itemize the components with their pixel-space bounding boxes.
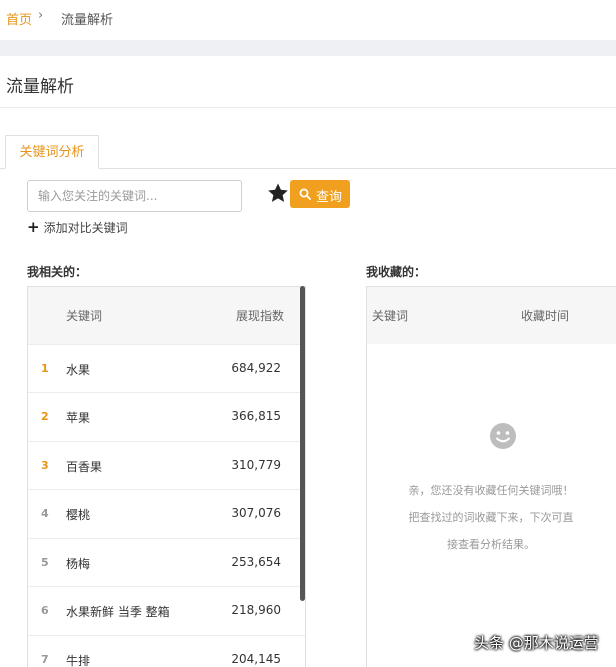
query-button[interactable]: 查询 [290,180,350,208]
table-row[interactable]: 4 樱桃 307,076 [28,489,305,537]
chevron-right-icon: › [38,8,44,23]
title-divider [0,107,616,108]
add-compare-label: 添加对比关键词 [43,221,128,235]
rank-number: 5 [41,556,49,569]
rank-number: 3 [41,459,49,472]
table-row[interactable]: 3 百香果 310,779 [28,441,305,489]
favorites-table: 关键词 收藏时间 [366,286,616,667]
query-button-label: 查询 [316,190,343,205]
column-header-saved-time: 收藏时间 [521,309,570,323]
rank-number: 1 [41,362,49,375]
keyword-cell: 水果 [66,363,91,377]
watermark: 头条 @那木说运营 [474,634,599,652]
column-header-index: 展现指数 [235,309,284,323]
table-row[interactable]: 5 杨梅 253,654 [28,538,305,586]
column-header-keyword: 关键词 [66,309,103,323]
table-header: 关键词 展现指数 [28,287,305,344]
index-value: 307,076 [231,506,281,520]
index-value: 684,922 [231,361,281,375]
related-section-title: 我相关的： [27,265,88,279]
table-row[interactable]: 1 水果 684,922 [28,344,305,392]
empty-message-line: 把查找过的词收藏下来，下次可直 [408,511,574,524]
keyword-cell: 苹果 [66,411,91,425]
rank-number: 2 [41,410,49,423]
favorites-table-header: 关键词 收藏时间 [367,287,616,344]
table-scrollbar[interactable] [300,286,305,601]
plus-icon: + [27,218,40,236]
index-value: 253,654 [231,555,281,569]
header-divider-band [0,40,616,56]
column-header-keyword: 关键词 [372,309,409,323]
keyword-cell: 樱桃 [66,508,91,522]
favorites-section-title: 我收藏的： [366,265,427,279]
keyword-cell: 百香果 [66,460,103,474]
index-value: 204,145 [231,652,281,666]
keyword-cell: 杨梅 [66,557,91,571]
smiley-icon [490,423,516,449]
index-value: 218,960 [231,603,281,617]
table-row[interactable]: 2 苹果 366,815 [28,392,305,440]
keyword-search-input[interactable] [27,180,242,212]
rank-number: 4 [41,507,49,520]
breadcrumb: 首页 › 流量解析 [0,0,616,40]
star-icon[interactable] [266,181,290,205]
search-icon [299,188,311,200]
index-value: 366,815 [231,409,281,423]
index-value: 310,779 [231,458,281,472]
empty-message-line: 亲，您还没有收藏任何关键词哦！ [408,484,574,497]
table-row[interactable]: 7 牛排 204,145 [28,635,305,667]
rank-number: 7 [41,653,49,666]
breadcrumb-home-link[interactable]: 首页 [6,9,32,28]
keyword-cell: 水果新鲜 当季 整箱 [66,605,170,619]
related-keywords-table: 关键词 展现指数 1 水果 684,922 2 苹果 366,815 3 百香果… [27,286,306,667]
tab-keyword-analysis[interactable]: 关键词分析 [5,135,99,169]
keyword-cell: 牛排 [66,654,91,667]
add-compare-keyword-link[interactable]: + 添加对比关键词 [27,218,128,236]
rank-number: 6 [41,604,49,617]
page-title: 流量解析 [6,77,74,97]
empty-message-line: 接查看分析结果。 [447,538,535,551]
table-row[interactable]: 6 水果新鲜 当季 整箱 218,960 [28,586,305,634]
breadcrumb-current: 流量解析 [61,13,114,28]
